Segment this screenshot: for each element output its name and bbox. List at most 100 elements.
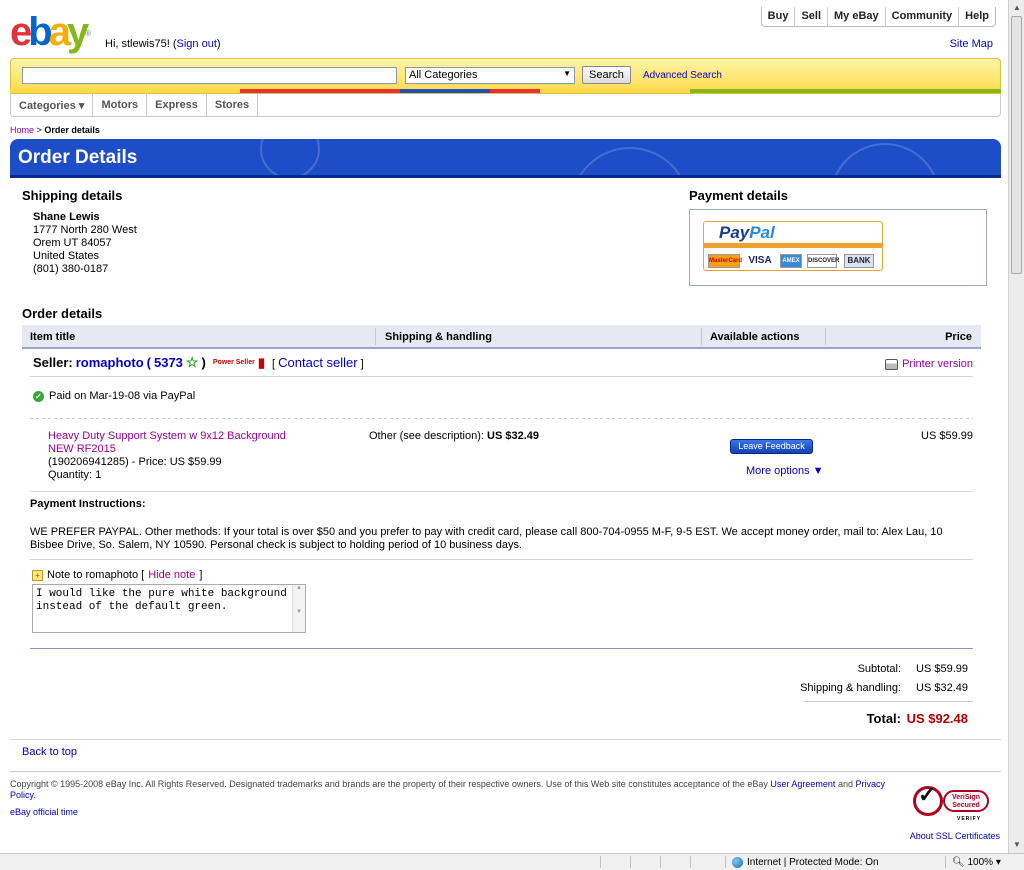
printer-icon [885, 358, 899, 370]
scroll-down-icon[interactable]: ▼ [1009, 837, 1024, 853]
shipping-total-label: Shipping & handling: [800, 682, 901, 694]
printer-version-link[interactable]: Printer version [902, 358, 973, 370]
search-button[interactable]: Search [582, 66, 631, 84]
shipping-address: Shane Lewis 1777 North 280 West Orem UT … [33, 211, 137, 276]
greeting-close: ) [216, 38, 221, 50]
check-icon: ✓ [33, 390, 44, 402]
copyright-period: . [33, 790, 36, 800]
order-details-title: Order details [22, 306, 103, 321]
printer-version[interactable]: Printer version [885, 358, 973, 370]
user-agreement-link[interactable]: User Agreement [770, 779, 835, 789]
nav-express[interactable]: Express [147, 94, 207, 116]
page-scrollbar[interactable]: ▲ ▼ [1008, 0, 1024, 853]
paid-status-text: Paid on Mar-19-08 via PayPal [49, 390, 196, 402]
hide-note-link[interactable]: Hide note [148, 569, 195, 581]
visa-icon: VISA [744, 254, 776, 268]
top-nav-my-ebay[interactable]: My eBay [827, 7, 885, 26]
feedback-score-link[interactable]: 5373 [154, 355, 183, 370]
verisign-seal[interactable]: ✓ VeriSign Secured VERIFY [913, 782, 991, 824]
item-quantity: Quantity: 1 [48, 469, 102, 481]
seller-name-link[interactable]: romaphoto [76, 355, 144, 370]
discover-icon: DISCOVER [807, 254, 839, 268]
nav-motors[interactable]: Motors [93, 94, 148, 116]
item-shipping-cost: US $32.49 [487, 430, 539, 442]
col-shipping: Shipping & handling [385, 331, 492, 343]
zoom-dropdown-icon[interactable]: ▾ [996, 857, 1001, 868]
official-time-link[interactable]: eBay official time [10, 807, 78, 817]
total-divider [804, 701, 973, 702]
item-title-link[interactable]: Heavy Duty Support System w 9x12 Backgro… [48, 430, 308, 456]
sign-out-link[interactable]: Sign out [177, 38, 217, 50]
col-actions: Available actions [710, 331, 800, 343]
magnifier-icon: 🔍︎ [952, 857, 965, 868]
contact-open: [ [272, 358, 276, 370]
footer-divider [10, 771, 1001, 772]
search-input[interactable] [22, 67, 397, 84]
item-shipping-label: Other (see description): [369, 430, 484, 442]
more-options-link[interactable]: More options ▼ [746, 465, 824, 477]
greeting: Hi, stlewis75! (Sign out) [105, 38, 221, 50]
top-nav-buy[interactable]: Buy [762, 7, 795, 26]
payment-box: PayPal MasterCard VISA AMEX DISCOVER BAN… [689, 209, 987, 286]
mastercard-icon: MasterCard [708, 254, 742, 268]
leave-feedback-button[interactable]: Leave Feedback [730, 439, 813, 454]
ship-name: Shane Lewis [33, 211, 100, 223]
scroll-up-icon[interactable]: ▲ [1009, 0, 1024, 16]
registered-mark: ® [85, 29, 92, 38]
category-select-value: All Categories [409, 69, 478, 81]
me-page-icon[interactable]: ▮ [258, 355, 265, 371]
copyright-and: and [837, 779, 853, 789]
ebay-logo[interactable]: ebay® [10, 12, 91, 52]
item-shipping: Other (see description): US $32.49 [369, 430, 539, 442]
divider [10, 739, 1001, 740]
breadcrumb-current: Order details [44, 125, 100, 135]
top-nav-help[interactable]: Help [958, 7, 995, 26]
verisign-check-icon: ✓ [918, 782, 937, 807]
ship-street: 1777 North 280 West [33, 224, 137, 236]
contact-seller: [ Contact seller ] [272, 355, 364, 370]
breadcrumb-home[interactable]: Home [10, 125, 34, 135]
amex-icon: AMEX [780, 254, 802, 268]
subtotal-label: Subtotal: [857, 663, 901, 675]
contact-seller-link[interactable]: Contact seller [278, 355, 357, 370]
note-icon: + [32, 569, 43, 581]
nav-categories[interactable]: Categories ▾ [11, 94, 94, 116]
page: ebay® Hi, stlewis75! (Sign out) Buy Sell… [0, 0, 1008, 853]
star-icon: ☆ [185, 354, 199, 370]
site-map-link[interactable]: Site Map [950, 38, 993, 50]
breadcrumb-separator: > [36, 125, 42, 135]
top-nav-sell[interactable]: Sell [794, 7, 827, 26]
banner-decoration [260, 139, 320, 175]
subtotal-value: US $59.99 [916, 663, 968, 675]
feedback-close: ) [201, 355, 206, 370]
nav-stores[interactable]: Stores [207, 94, 259, 116]
status-bar: Internet | Protected Mode: On 🔍︎ 100% ▾ [0, 853, 1024, 870]
note-textarea[interactable]: I would like the pure white background i… [32, 584, 306, 633]
ssl-certificates-link[interactable]: About SSL Certificates [910, 831, 1000, 841]
back-to-top-link[interactable]: Back to top [22, 746, 77, 758]
advanced-search-link[interactable]: Advanced Search [643, 70, 722, 81]
total-value: US $92.48 [906, 711, 968, 726]
item-block: Heavy Duty Support System w 9x12 Backgro… [48, 430, 308, 482]
top-nav-community[interactable]: Community [884, 7, 959, 26]
power-seller-icon: Power Seller [212, 359, 255, 366]
security-zone[interactable]: Internet | Protected Mode: On [732, 857, 879, 868]
top-nav: Buy Sell My eBay Community Help [760, 7, 996, 27]
logo-letter-a: a [48, 10, 71, 54]
category-select[interactable]: All Categories ▼ [405, 67, 575, 84]
security-zone-text: Internet | Protected Mode: On [747, 857, 879, 868]
ship-country: United States [33, 250, 100, 262]
zoom-control[interactable]: 🔍︎ 100% ▾ [952, 857, 1001, 868]
seller-row: Seller: romaphoto ( 5373 ☆ ) Power Selle… [33, 354, 364, 371]
title-banner: Order Details [10, 139, 1001, 178]
ship-phone: (801) 380-0187 [33, 263, 109, 275]
feedback-open: ( [146, 355, 151, 370]
logo-letter-b: b [28, 10, 53, 54]
paypal-pal: Pal [749, 223, 775, 242]
copyright-text: Copyright © 1995-2008 eBay Inc. All Righ… [10, 779, 768, 789]
shipping-title: Shipping details [22, 188, 123, 203]
logo-letter-y: y [66, 10, 89, 54]
note-scrollbar[interactable]: ▲ ▼ [292, 585, 305, 632]
scroll-thumb[interactable] [1011, 16, 1022, 274]
sub-nav: Categories ▾ Motors Express Stores [10, 94, 1001, 117]
